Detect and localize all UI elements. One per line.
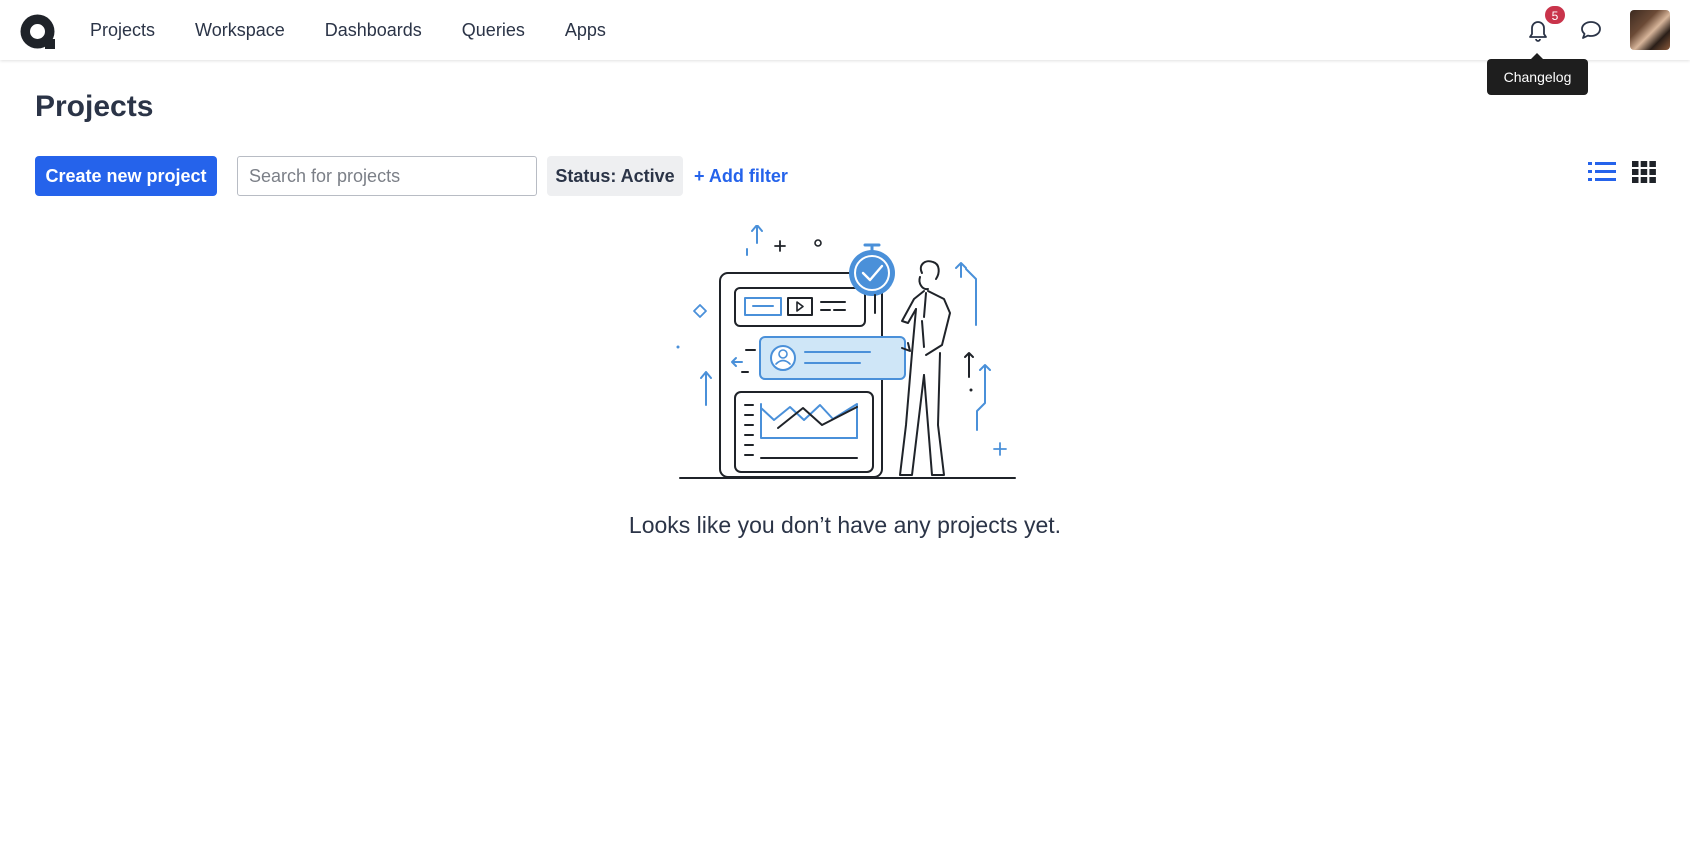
grid-view-icon[interactable] [1632,161,1656,183]
messages-button[interactable] [1575,14,1607,46]
empty-state-message: Looks like you don’t have any projects y… [628,512,1062,538]
status-filter-chip[interactable]: Status: Active [547,156,683,196]
notification-count-badge: 5 [1544,5,1566,25]
create-new-project-button[interactable]: Create new project [35,156,217,196]
nav-item-apps[interactable]: Apps [545,0,626,60]
top-navigation-bar: Projects Workspace Dashboards Queries Ap… [0,0,1690,60]
search-projects-input[interactable] [237,156,537,196]
page-title: Projects [35,90,154,123]
app-logo-icon[interactable] [19,13,56,50]
user-avatar[interactable] [1630,10,1670,50]
nav-item-workspace[interactable]: Workspace [175,0,305,60]
chat-bubble-icon [1581,21,1601,39]
empty-state-illustration [676,225,1016,479]
list-view-icon[interactable] [1588,160,1616,184]
add-filter-link[interactable]: + Add filter [694,156,788,196]
nav-item-projects[interactable]: Projects [70,0,175,60]
nav-item-queries[interactable]: Queries [442,0,545,60]
nav-item-dashboards[interactable]: Dashboards [305,0,442,60]
main-nav: Projects Workspace Dashboards Queries Ap… [70,0,626,60]
changelog-tooltip: Changelog [1487,53,1588,95]
